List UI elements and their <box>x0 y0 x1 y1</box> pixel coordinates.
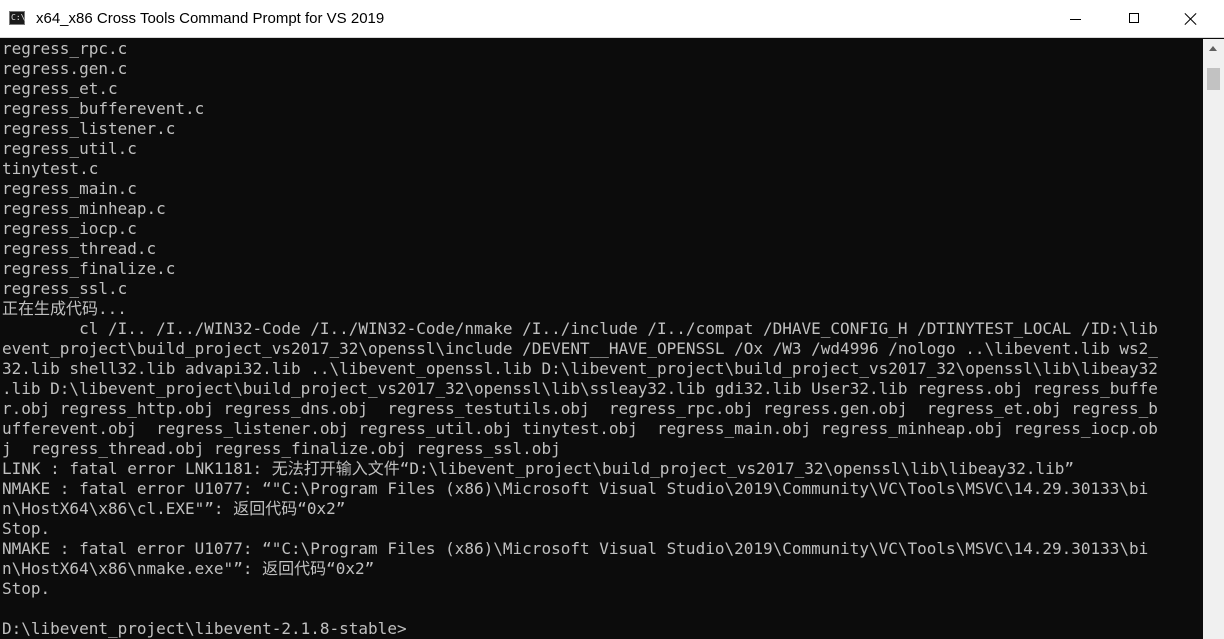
console-line: .lib D:\libevent_project\build_project_v… <box>2 379 1158 398</box>
console-line: regress_listener.c <box>2 119 176 138</box>
console-line: LINK : fatal error LNK1181: 无法打开输入文件“D:\… <box>2 459 1075 478</box>
console-line: ufferevent.obj regress_listener.obj regr… <box>2 419 1158 438</box>
console-line: NMAKE : fatal error U1077: “"C:\Program … <box>2 539 1149 558</box>
console-line: regress_et.c <box>2 79 118 98</box>
console-line: NMAKE : fatal error U1077: “"C:\Program … <box>2 479 1149 498</box>
console-line: 32.lib shell32.lib advapi32.lib ..\libev… <box>2 359 1158 378</box>
console-line: regress_thread.c <box>2 239 157 258</box>
console-line: n\HostX64\x86\cl.EXE"”: 返回代码“0x2” <box>2 499 346 518</box>
console-line: j regress_thread.obj regress_finalize.ob… <box>2 439 561 458</box>
console-line: regress_minheap.c <box>2 199 166 218</box>
maximize-button[interactable] <box>1106 0 1164 38</box>
title-bar[interactable]: C:\ x64_x86 Cross Tools Command Prompt f… <box>0 0 1224 38</box>
command-prompt-icon[interactable]: C:\ <box>9 11 25 25</box>
close-button[interactable] <box>1164 0 1222 38</box>
console-line: regress_util.c <box>2 139 137 158</box>
console-line: regress_finalize.c <box>2 259 176 278</box>
command-prompt-line: D:\libevent_project\libevent-2.1.8-stabl… <box>2 619 407 638</box>
maximize-icon <box>1129 13 1139 23</box>
console-line: n\HostX64\x86\nmake.exe"”: 返回代码“0x2” <box>2 559 375 578</box>
console-line: cl /I.. /I../WIN32-Code /I../WIN32-Code/… <box>2 319 1158 338</box>
console-line: event_project\build_project_vs2017_32\op… <box>2 339 1158 358</box>
minimize-button[interactable] <box>1048 0 1106 38</box>
window-title: x64_x86 Cross Tools Command Prompt for V… <box>36 10 385 27</box>
console-line: regress_main.c <box>2 179 137 198</box>
command-prompt-icon-glyph: C:\ <box>11 13 26 22</box>
console-line: regress_bufferevent.c <box>2 99 205 118</box>
scroll-up-button[interactable] <box>1203 39 1224 58</box>
console-line: tinytest.c <box>2 159 99 178</box>
console-line: 正在生成代码... <box>2 299 127 318</box>
vertical-scrollbar[interactable] <box>1203 39 1224 639</box>
console-window: C:\ x64_x86 Cross Tools Command Prompt f… <box>0 0 1224 639</box>
console-output[interactable]: regress_rpc.c regress.gen.c regress_et.c re… <box>2 39 1202 639</box>
console-line: regress_rpc.c <box>2 39 128 58</box>
console-line: regress_iocp.c <box>2 219 137 238</box>
console-line: regress.gen.c <box>2 59 128 78</box>
scroll-thumb[interactable] <box>1207 68 1220 90</box>
minimize-icon <box>1070 19 1081 20</box>
close-icon <box>1184 12 1198 26</box>
console-line: regress_ssl.c <box>2 279 128 298</box>
console-line: Stop. <box>2 519 51 538</box>
console-line: r.obj regress_http.obj regress_dns.obj r… <box>2 399 1158 418</box>
console-line: Stop. <box>2 579 51 598</box>
